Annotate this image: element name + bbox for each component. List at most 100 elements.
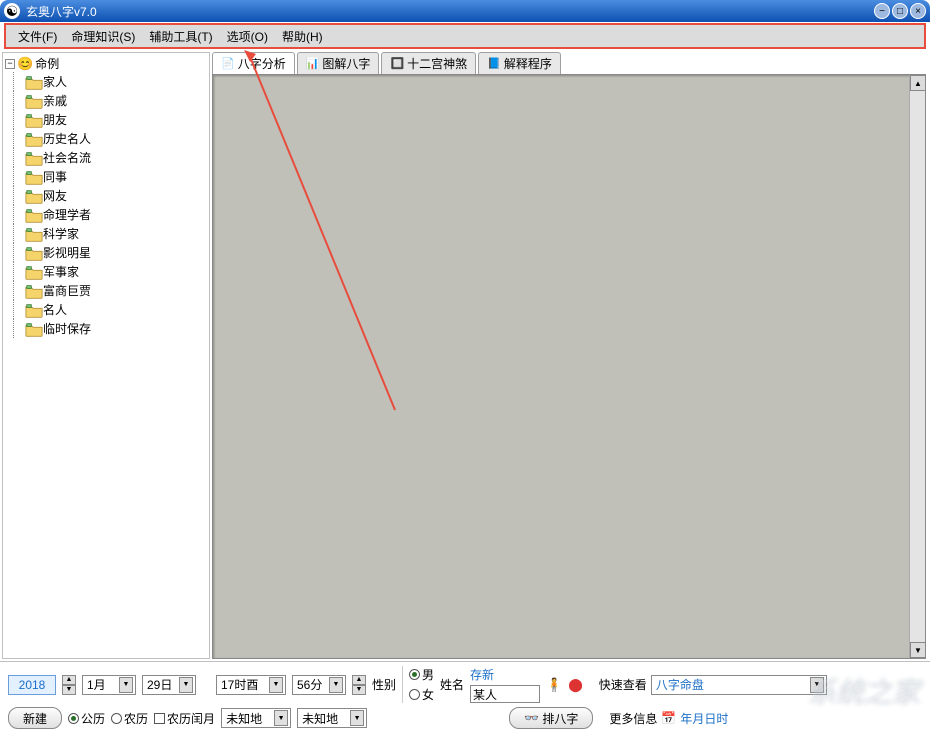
tab-bazi-analysis[interactable]: 📄 八字分析 xyxy=(212,52,295,74)
month-value: 1月 xyxy=(87,676,115,693)
scroll-down-icon[interactable]: ▼ xyxy=(910,642,926,658)
smiley-icon: 😊 xyxy=(17,56,33,72)
place1-combo[interactable]: 未知地▼ xyxy=(221,708,291,728)
vertical-scrollbar[interactable]: ▲ ▼ xyxy=(909,75,925,658)
tree-item[interactable]: 命理学者 xyxy=(25,205,207,224)
tree-item[interactable]: 军事家 xyxy=(25,262,207,281)
tree-item[interactable]: 临时保存 xyxy=(25,319,207,338)
year-spinner[interactable]: ▲ ▼ xyxy=(62,675,76,695)
close-button[interactable]: × xyxy=(910,3,926,19)
folder-icon xyxy=(25,113,41,127)
tree-root[interactable]: − 😊 命例 xyxy=(5,55,207,72)
folder-icon xyxy=(25,303,41,317)
tree-item-label: 命理学者 xyxy=(43,206,91,223)
hour-value: 17时酉 xyxy=(221,676,265,693)
tree-item-label: 同事 xyxy=(43,168,67,185)
tree-item[interactable]: 名人 xyxy=(25,300,207,319)
content-area: ▲ ▼ xyxy=(212,74,926,659)
tree-item[interactable]: 富商巨贾 xyxy=(25,281,207,300)
name-input[interactable] xyxy=(470,685,540,703)
tree-item[interactable]: 历史名人 xyxy=(25,129,207,148)
folder-icon xyxy=(25,132,41,146)
tree-item-label: 临时保存 xyxy=(43,320,91,337)
tree-item[interactable]: 同事 xyxy=(25,167,207,186)
tree-item[interactable]: 科学家 xyxy=(25,224,207,243)
hour-combo[interactable]: 17时酉▼ xyxy=(216,675,286,695)
gender-female-radio[interactable]: 女 xyxy=(409,686,434,703)
menu-knowledge[interactable]: 命理知识(S) xyxy=(65,26,141,47)
bottom-row-2: 新建 公历 农历 农历闰月 未知地▼ 未知地▼ 👓 排八字 更多信息 📅 年月日… xyxy=(8,707,922,729)
person-icon[interactable]: 🧍 xyxy=(546,677,562,693)
chevron-down-icon[interactable]: ▼ xyxy=(329,677,343,693)
leap-month-checkbox[interactable]: 农历闰月 xyxy=(154,710,215,727)
menu-help[interactable]: 帮助(H) xyxy=(276,26,329,47)
folder-icon xyxy=(25,75,41,89)
chevron-down-icon[interactable]: ▼ xyxy=(119,677,133,693)
bottom-panel: ▲ ▼ 1月▼ 29日▼ 17时酉▼ 56分▼ ▲ ▼ 性别 男 女 姓名 存新… xyxy=(0,661,930,719)
tree-item-label: 名人 xyxy=(43,301,67,318)
doc-icon: 📄 xyxy=(221,57,235,70)
tab-diagram[interactable]: 📊 图解八字 xyxy=(297,52,380,74)
tree-item[interactable]: 家人 xyxy=(25,72,207,91)
tab-twelve-palace[interactable]: 🔲 十二宫神煞 xyxy=(381,52,476,74)
stop-icon[interactable]: ⬤ xyxy=(568,677,583,693)
radio-icon xyxy=(409,689,420,700)
folder-icon xyxy=(25,170,41,184)
tree-item[interactable]: 亲戚 xyxy=(25,91,207,110)
more-info-value[interactable]: 年月日时 xyxy=(680,710,728,727)
titlebar: 玄奥八字v7.0 − □ × xyxy=(0,0,930,22)
tree-item-label: 历史名人 xyxy=(43,130,91,147)
minute-value: 56分 xyxy=(297,676,325,693)
tab-label: 图解八字 xyxy=(322,55,370,72)
tree-item-label: 社会名流 xyxy=(43,149,91,166)
menu-file[interactable]: 文件(F) xyxy=(12,26,63,47)
tree-item[interactable]: 网友 xyxy=(25,186,207,205)
gender-label: 性别 xyxy=(372,676,396,693)
tree-toggle-icon[interactable]: − xyxy=(5,59,15,69)
chevron-down-icon[interactable]: ▼ xyxy=(350,710,364,726)
calendar-icon: 📅 xyxy=(661,711,676,725)
place1-value: 未知地 xyxy=(226,710,270,727)
spin-up-icon[interactable]: ▲ xyxy=(352,675,366,685)
calendar-solar-radio[interactable]: 公历 xyxy=(68,710,105,727)
day-combo[interactable]: 29日▼ xyxy=(142,675,196,695)
chevron-down-icon[interactable]: ▼ xyxy=(269,677,283,693)
tree-panel: − 😊 命例 家人亲戚朋友历史名人社会名流同事网友命理学者科学家影视明星军事家富… xyxy=(2,52,210,659)
chevron-down-icon[interactable]: ▼ xyxy=(274,710,288,726)
spin-up-icon[interactable]: ▲ xyxy=(62,675,76,685)
tab-label: 八字分析 xyxy=(238,55,286,72)
folder-icon xyxy=(25,227,41,241)
tab-explain[interactable]: 📘 解释程序 xyxy=(478,52,561,74)
year-input[interactable] xyxy=(8,675,56,695)
minute-spinner[interactable]: ▲ ▼ xyxy=(352,675,366,695)
tab-label: 解释程序 xyxy=(504,55,552,72)
save-new-link[interactable]: 存新 xyxy=(470,666,540,683)
menu-options[interactable]: 选项(O) xyxy=(221,26,274,47)
quick-view-combo[interactable]: 八字命盘▼ xyxy=(651,675,827,695)
place2-combo[interactable]: 未知地▼ xyxy=(297,708,367,728)
scroll-up-icon[interactable]: ▲ xyxy=(910,75,926,91)
pai-bazi-button[interactable]: 👓 排八字 xyxy=(509,707,593,729)
minimize-button[interactable]: − xyxy=(874,3,890,19)
maximize-button[interactable]: □ xyxy=(892,3,908,19)
tree-item[interactable]: 社会名流 xyxy=(25,148,207,167)
menu-tools[interactable]: 辅助工具(T) xyxy=(143,26,218,47)
name-label: 姓名 xyxy=(440,676,464,693)
radio-icon xyxy=(409,669,420,680)
folder-icon xyxy=(25,189,41,203)
tab-bar: 📄 八字分析 📊 图解八字 🔲 十二宫神煞 📘 解释程序 xyxy=(212,52,926,74)
minute-combo[interactable]: 56分▼ xyxy=(292,675,346,695)
chevron-down-icon[interactable]: ▼ xyxy=(810,677,824,693)
gender-male-radio[interactable]: 男 xyxy=(409,666,434,683)
month-combo[interactable]: 1月▼ xyxy=(82,675,136,695)
calendar-lunar-radio[interactable]: 农历 xyxy=(111,710,148,727)
new-button[interactable]: 新建 xyxy=(8,707,62,729)
tree-item-label: 军事家 xyxy=(43,263,79,280)
spin-down-icon[interactable]: ▼ xyxy=(352,685,366,695)
spin-down-icon[interactable]: ▼ xyxy=(62,685,76,695)
day-value: 29日 xyxy=(147,676,175,693)
tree-item[interactable]: 朋友 xyxy=(25,110,207,129)
tree-item[interactable]: 影视明星 xyxy=(25,243,207,262)
menubar-highlight: 文件(F) 命理知识(S) 辅助工具(T) 选项(O) 帮助(H) xyxy=(4,23,926,49)
chevron-down-icon[interactable]: ▼ xyxy=(179,677,193,693)
